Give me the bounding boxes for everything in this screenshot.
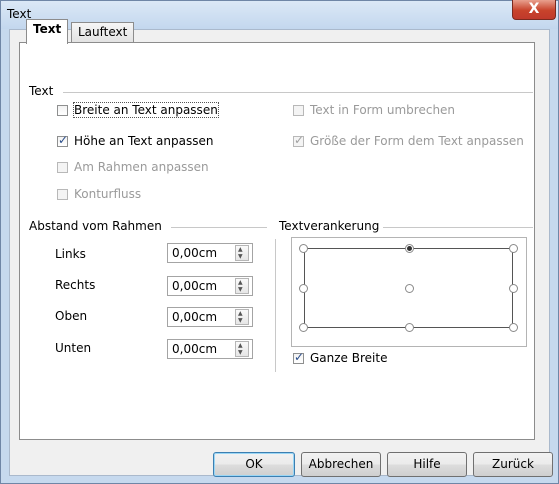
help-button[interactable]: Hilfe xyxy=(387,452,467,477)
checkbox-groesse-der-form-anpassen: Größe der Form dem Text anpassen xyxy=(293,133,524,148)
spin-value[interactable]: 0,00cm xyxy=(172,246,217,260)
checkbox-label: Größe der Form dem Text anpassen xyxy=(310,134,524,148)
label-links: Links xyxy=(55,247,86,261)
checkbox-label: Höhe an Text anpassen xyxy=(74,134,214,148)
spacing-section-title: Abstand vom Rahmen xyxy=(29,219,166,233)
checkbox-label: Am Rahmen anpassen xyxy=(74,160,209,174)
column-divider xyxy=(275,239,276,372)
close-button[interactable]: X xyxy=(512,0,556,20)
checkbox-box xyxy=(57,189,68,200)
checkbox-label: Konturfluss xyxy=(74,187,142,201)
spin-arrows[interactable]: ▲ ▼ xyxy=(235,278,249,294)
unten-spinbox[interactable]: 0,00cm ▲ ▼ xyxy=(167,339,253,359)
checkbox-box[interactable] xyxy=(293,350,304,364)
checkbox-label: Ganze Breite xyxy=(310,351,388,365)
reset-button[interactable]: Zurück xyxy=(473,452,553,477)
spin-down-icon[interactable]: ▼ xyxy=(238,254,243,260)
spin-down-icon[interactable]: ▼ xyxy=(238,318,243,324)
text-section-title: Text xyxy=(29,84,58,98)
anchor-top-left[interactable] xyxy=(299,244,308,253)
anchor-bottom-left[interactable] xyxy=(299,323,308,332)
checkbox-text-in-form-umbrechen: Text in Form umbrechen xyxy=(293,103,455,117)
links-spinbox[interactable]: 0,00cm ▲ ▼ xyxy=(167,243,253,263)
anchor-section-divider xyxy=(383,227,533,228)
anchor-section-title: Textverankerung xyxy=(279,219,384,233)
checkbox-hoehe-an-text-anpassen[interactable]: Höhe an Text anpassen xyxy=(57,133,214,148)
anchor-top-right[interactable] xyxy=(509,244,518,253)
spin-down-icon[interactable]: ▼ xyxy=(238,350,243,356)
text-section-divider xyxy=(63,92,533,93)
spin-arrows[interactable]: ▲ ▼ xyxy=(235,309,249,325)
checkbox-breite-an-text-anpassen[interactable]: Breite an Text anpassen xyxy=(57,102,219,118)
anchor-middle-right[interactable] xyxy=(509,284,518,293)
checkbox-ganze-breite[interactable]: Ganze Breite xyxy=(293,350,388,365)
checkbox-box[interactable] xyxy=(57,133,68,147)
spin-arrows[interactable]: ▲ ▼ xyxy=(235,341,249,357)
checkbox-box xyxy=(293,105,304,116)
spin-value[interactable]: 0,00cm xyxy=(172,342,217,356)
checkbox-konturfluss: Konturfluss xyxy=(57,187,141,201)
checkbox-am-rahmen-anpassen: Am Rahmen anpassen xyxy=(57,160,209,174)
anchor-middle-left[interactable] xyxy=(299,284,308,293)
spin-value[interactable]: 0,00cm xyxy=(172,310,217,324)
cancel-button[interactable]: Abbrechen xyxy=(301,452,381,477)
rechts-spinbox[interactable]: 0,00cm ▲ ▼ xyxy=(167,276,253,296)
ok-button[interactable]: OK xyxy=(213,452,295,477)
tab-text[interactable]: Text xyxy=(26,19,69,44)
checkbox-box xyxy=(293,133,304,147)
close-icon: X xyxy=(528,1,540,17)
spin-down-icon[interactable]: ▼ xyxy=(238,287,243,293)
anchor-bottom-center[interactable] xyxy=(405,323,414,332)
spin-arrows[interactable]: ▲ ▼ xyxy=(235,245,249,261)
anchor-bottom-right[interactable] xyxy=(509,323,518,332)
spin-value[interactable]: 0,00cm xyxy=(172,279,217,293)
anchor-top-center[interactable] xyxy=(405,244,414,253)
checkbox-box[interactable] xyxy=(57,105,68,116)
spacing-section-divider xyxy=(171,227,267,228)
label-unten: Unten xyxy=(55,341,92,355)
anchor-center[interactable] xyxy=(405,284,414,293)
checkbox-box xyxy=(57,162,68,173)
label-oben: Oben xyxy=(55,309,88,323)
checkbox-label: Breite an Text anpassen xyxy=(73,102,219,118)
oben-spinbox[interactable]: 0,00cm ▲ ▼ xyxy=(167,307,253,327)
tab-lauftext[interactable]: Lauftext xyxy=(71,22,135,43)
label-rechts: Rechts xyxy=(55,278,96,292)
checkbox-label: Text in Form umbrechen xyxy=(310,103,456,117)
text-dialog-window: Text X Text Lauftext Text Breite an Text… xyxy=(0,0,559,484)
